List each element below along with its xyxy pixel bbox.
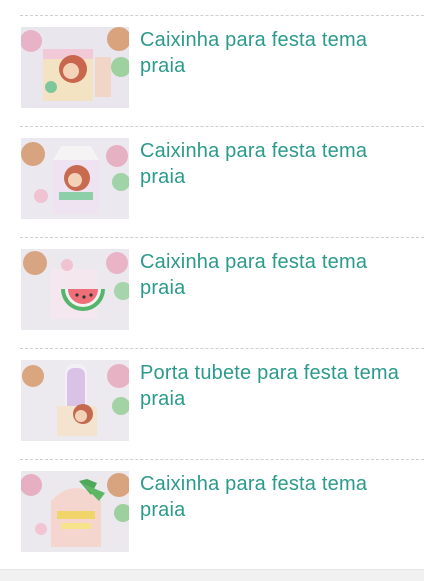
product-title-link[interactable]: Caixinha para festa tema praia xyxy=(140,27,410,79)
product-title-link[interactable]: Caixinha para festa tema praia xyxy=(140,249,410,301)
product-title-link[interactable]: Porta tubete para festa tema praia xyxy=(140,360,410,412)
product-image xyxy=(21,27,129,108)
product-image xyxy=(21,471,129,552)
list-item[interactable]: Caixinha para festa tema praia xyxy=(0,16,424,126)
list-item[interactable]: Porta tubete para festa tema praia xyxy=(0,349,424,459)
list-item[interactable]: Caixinha para festa tema praia xyxy=(0,238,424,348)
product-thumbnail[interactable] xyxy=(21,249,129,330)
footer-bar xyxy=(0,569,424,581)
product-thumbnail[interactable] xyxy=(21,138,129,219)
product-thumbnail[interactable] xyxy=(21,360,129,441)
list-item[interactable]: Caixinha para festa tema praia xyxy=(0,460,424,570)
list-item[interactable]: Caixinha para festa tema praia xyxy=(0,127,424,237)
product-image xyxy=(21,138,129,219)
product-title-link[interactable]: Caixinha para festa tema praia xyxy=(140,471,410,523)
product-image xyxy=(21,360,129,441)
product-image xyxy=(21,249,129,330)
product-title-link[interactable]: Caixinha para festa tema praia xyxy=(140,138,410,190)
product-thumbnail[interactable] xyxy=(21,27,129,108)
product-thumbnail[interactable] xyxy=(21,471,129,552)
